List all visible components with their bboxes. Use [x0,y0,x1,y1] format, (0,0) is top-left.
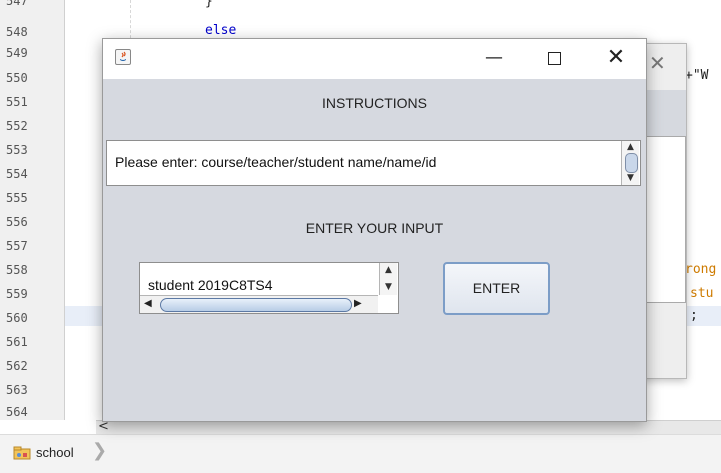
instructions-text: Please enter: course/teacher/student nam… [115,154,437,170]
line-number: 548 [6,25,28,39]
scroll-left-arrow-icon[interactable]: ◀ [144,298,152,309]
enter-button[interactable]: ENTER [443,262,550,315]
instructions-vertical-scrollbar[interactable]: ▲ ▼ [621,141,639,185]
line-number: 554 [6,167,28,181]
line-number: 555 [6,191,28,205]
input-vertical-scrollbar[interactable]: ▲ ▼ [379,263,397,295]
scroll-down-arrow-icon[interactable]: ▼ [380,283,397,292]
user-input-text[interactable]: student 2019C8TS4 [148,277,273,293]
instructions-heading: INSTRUCTIONS [322,95,427,111]
code-snippet-semicolon: ; [690,308,698,323]
project-folder-icon [13,446,31,460]
line-number: 551 [6,95,28,109]
line-number: 564 [6,405,28,419]
maximize-button[interactable] [531,43,577,73]
line-number: 562 [6,359,28,373]
line-number: 561 [6,335,28,349]
code-plus-string: +"W [685,68,709,83]
scroll-up-arrow-icon[interactable]: ▲ [622,143,639,152]
line-number: 559 [6,287,28,301]
line-number: 556 [6,215,28,229]
line-number: 549 [6,46,28,60]
line-number: 557 [6,239,28,253]
code-snippet-string: stu [690,286,714,301]
scroll-up-arrow-icon[interactable]: ▲ [380,266,397,275]
line-number: 563 [6,383,28,397]
minimize-button[interactable]: — [471,43,517,73]
line-number: 550 [6,71,28,85]
line-number: 547 [6,0,28,8]
input-dialog: — ✕ INSTRUCTIONS Please enter: course/te… [102,38,647,422]
breadcrumb-chevron-icon: ❯ [92,440,108,461]
code-snippet-string: rong [685,262,717,277]
close-button[interactable]: ✕ [593,43,639,73]
line-number: 553 [6,143,28,157]
dialog-titlebar: — ✕ [103,39,646,79]
close-icon[interactable]: ✕ [649,51,666,75]
scroll-thumb[interactable] [625,153,638,173]
scroll-down-arrow-icon[interactable]: ▼ [622,174,639,183]
line-number: 558 [6,263,28,277]
line-number: 552 [6,119,28,133]
editor-horizontal-scrollbar[interactable]: < [96,419,721,435]
line-number-gutter: 547 548 549 550 551 552 553 554 555 556 … [0,0,65,420]
input-horizontal-scrollbar[interactable]: ◀ ▶ [140,295,378,313]
code-else: else [205,23,237,38]
line-number: 560 [6,311,28,325]
scroll-thumb[interactable] [160,298,352,312]
java-app-icon [115,49,131,65]
code-snippet: +"W [685,68,708,83]
enter-input-heading: ENTER YOUR INPUT [305,220,444,236]
navigator-bar: school ❯ [0,434,721,473]
maximize-icon [547,51,561,65]
user-input-textarea[interactable]: student 2019C8TS4 ▲ ▼ ◀ ▶ [139,262,399,314]
project-breadcrumb[interactable]: school [36,445,74,460]
instructions-textarea: Please enter: course/teacher/student nam… [106,140,641,186]
code-brace: } [205,0,213,9]
scroll-right-arrow-icon[interactable]: ▶ [354,298,362,309]
